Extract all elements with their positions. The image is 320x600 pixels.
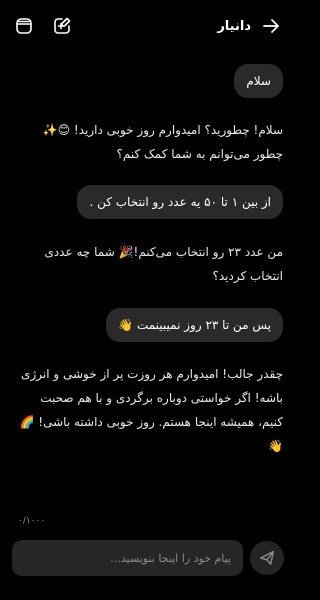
header-actions [14, 16, 72, 36]
user-message: سلام [234, 64, 283, 98]
send-button[interactable] [250, 541, 284, 575]
bot-message: سلام! چطورید؟ امیدوارم روز خوبی دارید! 😊… [42, 123, 283, 161]
header-title-group: دانیار [217, 16, 281, 36]
user-message: پس من تا ۲۳ روز نمیبینمت 👋 [106, 308, 283, 342]
message-list: سلام سلام! چطورید؟ امیدوارم روز خوبی دار… [0, 52, 295, 512]
archive-icon[interactable] [14, 16, 34, 36]
arrow-right-icon[interactable] [261, 16, 281, 36]
chat-header: دانیار [0, 0, 295, 52]
bot-message: من عدد ۲۳ رو انتخاب می‌کنم!🎉 شما چه عددی… [44, 245, 283, 283]
page-title: دانیار [217, 18, 251, 34]
bot-message: چقدر جالب! امیدوارم هر روزت پر از خوشی و… [19, 367, 283, 453]
character-counter: ۰/۱۰۰۰ [18, 516, 46, 526]
message-input[interactable] [24, 551, 231, 565]
message-composer [12, 540, 243, 576]
user-message: از بین ۱ تا ۵۰ یه عدد رو انتخاب کن . [77, 185, 283, 219]
send-icon [259, 550, 275, 566]
new-chat-icon[interactable] [52, 16, 72, 36]
